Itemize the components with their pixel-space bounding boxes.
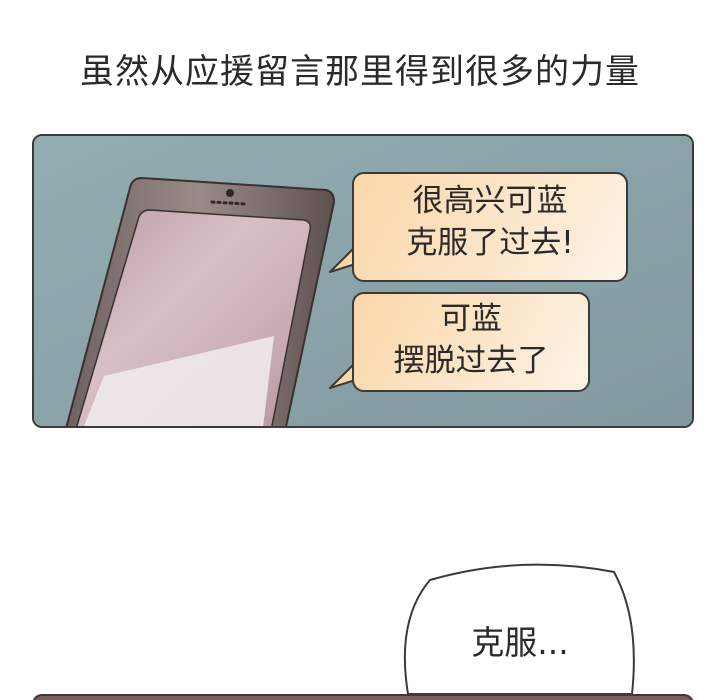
- bubble-2-line-2: 摆脱过去了: [393, 343, 549, 379]
- bubble-1-line-1: 很高兴可蓝: [412, 183, 568, 219]
- bubble-2-line-1: 可蓝: [440, 301, 502, 337]
- next-panel-edge: [32, 694, 694, 700]
- comic-page: 虽然从应援留言那里得到很多的力量 很高兴可蓝 克服了过去! 可蓝 摆脱过去了 克…: [0, 0, 720, 700]
- speech-bubble-1: 很高兴可蓝 克服了过去!: [352, 172, 628, 282]
- phone-camera: [226, 189, 234, 197]
- narration-caption: 虽然从应援留言那里得到很多的力量: [80, 52, 640, 92]
- bubble-3-text: 克服...: [471, 623, 569, 662]
- bubble-1-line-2: 克服了过去!: [406, 225, 574, 261]
- speech-bubble-3: 克服...: [400, 560, 640, 694]
- speech-bubble-2: 可蓝 摆脱过去了: [352, 292, 590, 392]
- comic-panel-phone: 很高兴可蓝 克服了过去! 可蓝 摆脱过去了: [32, 134, 694, 428]
